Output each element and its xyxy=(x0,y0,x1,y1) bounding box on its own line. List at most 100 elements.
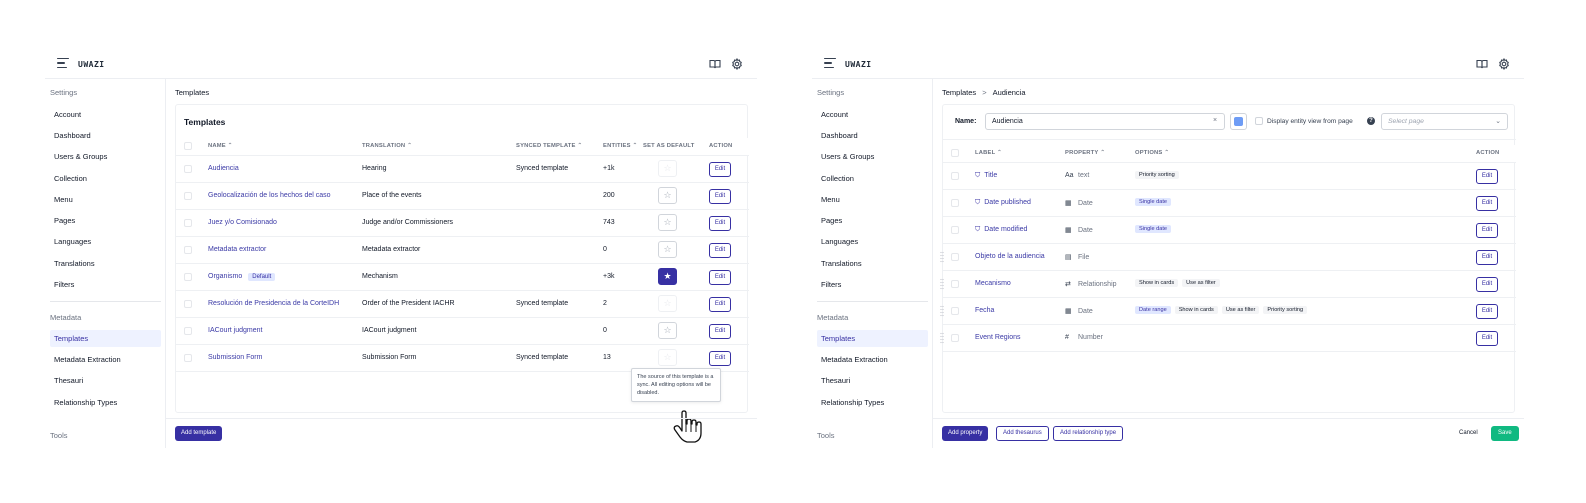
row-checkbox[interactable] xyxy=(951,280,959,288)
edit-button[interactable]: Edit xyxy=(709,162,731,177)
column-header-property[interactable]: PROPERTY ⌃ xyxy=(1065,150,1105,156)
edit-button[interactable]: Edit xyxy=(709,324,731,339)
template-name-link[interactable]: Juez y/o Comisionado xyxy=(208,219,277,226)
sidebar-item-dashboard[interactable]: Dashboard xyxy=(50,127,161,144)
sidebar-item-account[interactable]: Account xyxy=(817,106,928,123)
book-icon[interactable] xyxy=(709,58,721,70)
template-name-link[interactable]: Metadata extractor xyxy=(208,246,266,253)
breadcrumb-templates[interactable]: Templates xyxy=(175,88,209,97)
row-checkbox[interactable] xyxy=(184,246,192,254)
sidebar-item-relationship-types[interactable]: Relationship Types xyxy=(50,394,161,411)
set-default-star-icon[interactable]: ☆ xyxy=(658,322,677,339)
column-header-synced[interactable]: SYNCED TEMPLATE ⌃ xyxy=(516,143,582,149)
sidebar-item-languages[interactable]: Languages xyxy=(50,233,161,250)
menu-icon[interactable] xyxy=(57,58,69,70)
sidebar-item-collection[interactable]: Collection xyxy=(50,170,161,187)
row-checkbox[interactable] xyxy=(951,253,959,261)
save-button[interactable]: Save xyxy=(1491,426,1519,441)
template-name-link[interactable]: Geolocalización de los hechos del caso xyxy=(208,192,331,199)
column-header-name[interactable]: NAME ⌃ xyxy=(208,143,233,149)
add-template-button[interactable]: Add template xyxy=(175,426,223,441)
sidebar-item-menu[interactable]: Menu xyxy=(50,191,161,208)
drag-handle-icon[interactable] xyxy=(940,251,944,263)
drag-handle-icon[interactable] xyxy=(940,278,944,290)
column-header-label[interactable]: LABEL ⌃ xyxy=(975,150,1002,156)
template-name-link[interactable]: Organismo Default xyxy=(208,273,276,281)
template-name-link[interactable]: Audiencia xyxy=(208,165,239,172)
sidebar-item-metadata-extraction[interactable]: Metadata Extraction xyxy=(817,351,928,368)
edit-button[interactable]: Edit xyxy=(1476,223,1498,238)
select-all-checkbox[interactable] xyxy=(951,149,959,157)
set-default-star-icon[interactable]: ☆ xyxy=(658,214,677,231)
row-checkbox[interactable] xyxy=(951,226,959,234)
property-label-link[interactable]: Objeto de la audiencia xyxy=(975,253,1045,260)
sidebar-item-templates[interactable]: Templates xyxy=(50,330,161,347)
display-entity-view-checkbox[interactable] xyxy=(1255,117,1263,125)
edit-button[interactable]: Edit xyxy=(709,297,731,312)
edit-button[interactable]: Edit xyxy=(1476,277,1498,292)
sidebar-item-thesauri[interactable]: Thesauri xyxy=(50,372,161,389)
row-checkbox[interactable] xyxy=(184,273,192,281)
edit-button[interactable]: Edit xyxy=(709,216,731,231)
property-label-link[interactable]: ⛉ Date modified xyxy=(975,226,1027,234)
add-property-button[interactable]: Add property xyxy=(942,426,989,441)
property-label-link[interactable]: Fecha xyxy=(975,307,994,314)
sidebar-item-pages[interactable]: Pages xyxy=(817,212,928,229)
sidebar-item-thesauri[interactable]: Thesauri xyxy=(817,372,928,389)
drag-handle-icon[interactable] xyxy=(940,305,944,317)
sidebar-item-metadata-extraction[interactable]: Metadata Extraction xyxy=(50,351,161,368)
sidebar-item-languages[interactable]: Languages xyxy=(817,233,928,250)
gear-icon[interactable] xyxy=(1498,58,1510,70)
add-thesaurus-button[interactable]: Add thesaurus xyxy=(996,426,1049,441)
edit-button[interactable]: Edit xyxy=(709,270,731,285)
template-name-link[interactable]: IACourt judgment xyxy=(208,327,262,334)
set-default-star-icon[interactable]: ☆ xyxy=(658,187,677,204)
cancel-button[interactable]: Cancel xyxy=(1453,426,1484,441)
book-icon[interactable] xyxy=(1476,58,1488,70)
row-checkbox[interactable] xyxy=(184,165,192,173)
edit-button[interactable]: Edit xyxy=(1476,250,1498,265)
select-all-checkbox[interactable] xyxy=(184,142,192,150)
row-checkbox[interactable] xyxy=(184,300,192,308)
row-checkbox[interactable] xyxy=(184,192,192,200)
edit-button[interactable]: Edit xyxy=(1476,169,1498,184)
select-page-dropdown[interactable]: Select page ⌄ xyxy=(1381,113,1508,130)
property-label-link[interactable]: Mecanismo xyxy=(975,280,1011,287)
sidebar-item-templates[interactable]: Templates xyxy=(817,330,928,347)
edit-button[interactable]: Edit xyxy=(709,351,731,366)
row-checkbox[interactable] xyxy=(951,199,959,207)
row-checkbox[interactable] xyxy=(951,172,959,180)
sidebar-item-dashboard[interactable]: Dashboard xyxy=(817,127,928,144)
edit-button[interactable]: Edit xyxy=(1476,304,1498,319)
edit-button[interactable]: Edit xyxy=(1476,196,1498,211)
row-checkbox[interactable] xyxy=(184,327,192,335)
column-header-entities[interactable]: ENTITIES ⌃ xyxy=(603,143,638,149)
menu-icon[interactable] xyxy=(824,58,836,70)
edit-button[interactable]: Edit xyxy=(709,243,731,258)
property-label-link[interactable]: ⛉ Title xyxy=(975,172,997,180)
sidebar-item-account[interactable]: Account xyxy=(50,106,161,123)
gear-icon[interactable] xyxy=(731,58,743,70)
edit-button[interactable]: Edit xyxy=(709,189,731,204)
add-relationship-type-button[interactable]: Add relationship type xyxy=(1053,426,1124,441)
drag-handle-icon[interactable] xyxy=(940,332,944,344)
row-checkbox[interactable] xyxy=(951,307,959,315)
clear-name-icon[interactable]: × xyxy=(1213,117,1217,124)
breadcrumb-templates[interactable]: Templates xyxy=(942,88,976,97)
set-default-star-icon[interactable]: ★ xyxy=(658,268,677,285)
sidebar-item-translations[interactable]: Translations xyxy=(50,255,161,272)
set-default-star-icon[interactable]: ☆ xyxy=(658,241,677,258)
row-checkbox[interactable] xyxy=(184,354,192,362)
sidebar-item-collection[interactable]: Collection xyxy=(817,170,928,187)
sidebar-item-relationship-types[interactable]: Relationship Types xyxy=(817,394,928,411)
template-color-picker[interactable] xyxy=(1230,113,1247,130)
sidebar-item-menu[interactable]: Menu xyxy=(817,191,928,208)
sidebar-item-translations[interactable]: Translations xyxy=(817,255,928,272)
sidebar-item-users-groups[interactable]: Users & Groups xyxy=(817,148,928,165)
sidebar-item-pages[interactable]: Pages xyxy=(50,212,161,229)
column-header-translation[interactable]: TRANSLATION ⌃ xyxy=(362,143,412,149)
column-header-options[interactable]: OPTIONS ⌃ xyxy=(1135,150,1169,156)
property-label-link[interactable]: Event Regions xyxy=(975,334,1021,341)
help-icon[interactable]: ? xyxy=(1367,117,1375,125)
row-checkbox[interactable] xyxy=(951,334,959,342)
